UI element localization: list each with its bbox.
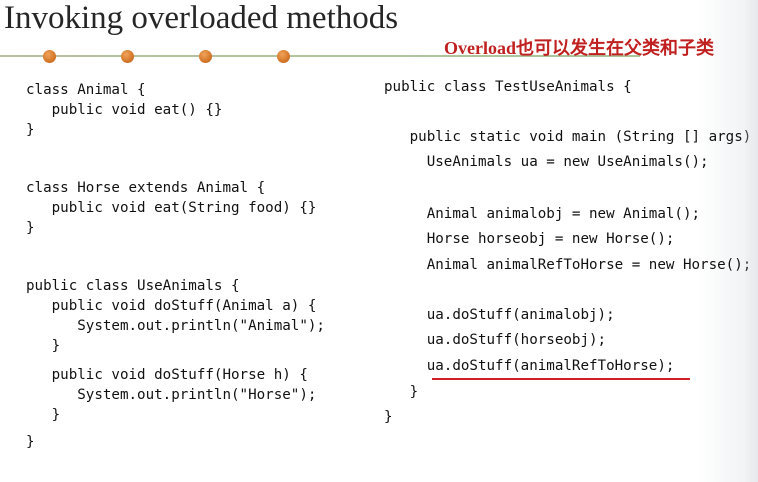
code-line: public class UseAnimals { [26, 278, 240, 294]
code-line: public void eat(String food) {} [26, 200, 317, 216]
code-line: class Animal { [26, 82, 146, 98]
code-line: ua.doStuff(horseobj); [384, 332, 607, 348]
code-line: } [26, 434, 35, 450]
code-line: Animal animalRefToHorse = new Horse(); [384, 257, 752, 273]
code-line: class Horse extends Animal { [26, 180, 266, 196]
code-line: } [384, 409, 393, 425]
slide-subtitle-note: Overload也可以发生在父类和子类 [444, 38, 714, 58]
code-line: } [26, 407, 61, 423]
code-line: } [26, 220, 35, 236]
code-line: } [384, 384, 419, 400]
code-line: } [26, 338, 61, 354]
code-line: public void doStuff(Animal a) { [26, 298, 317, 314]
divider-dot-4 [277, 50, 290, 63]
code-line: public static void main (String [] args)… [384, 129, 758, 145]
divider-dot-1 [43, 50, 56, 63]
code-line: public void doStuff(Horse h) { [26, 367, 308, 383]
code-line: Animal animalobj = new Animal(); [384, 206, 701, 222]
right-edge-shade [744, 0, 758, 482]
highlight-underline [432, 378, 690, 380]
code-line: System.out.println("Animal"); [26, 318, 325, 334]
slide-title: Invoking overloaded methods [4, 0, 399, 36]
code-line: ua.doStuff(animalobj); [384, 307, 615, 323]
divider-dot-3 [199, 50, 212, 63]
code-line: public class TestUseAnimals { [384, 79, 632, 95]
code-line: System.out.println("Horse"); [26, 387, 317, 403]
divider-dot-2 [121, 50, 134, 63]
code-line: } [26, 122, 35, 138]
code-line: UseAnimals ua = new UseAnimals(); [384, 154, 709, 170]
code-line: public void eat() {} [26, 102, 223, 118]
code-line: Horse horseobj = new Horse(); [384, 231, 675, 247]
slide: Invoking overloaded methods Overload也可以发… [0, 0, 758, 482]
code-line-highlighted: ua.doStuff(animalRefToHorse); [384, 358, 675, 374]
